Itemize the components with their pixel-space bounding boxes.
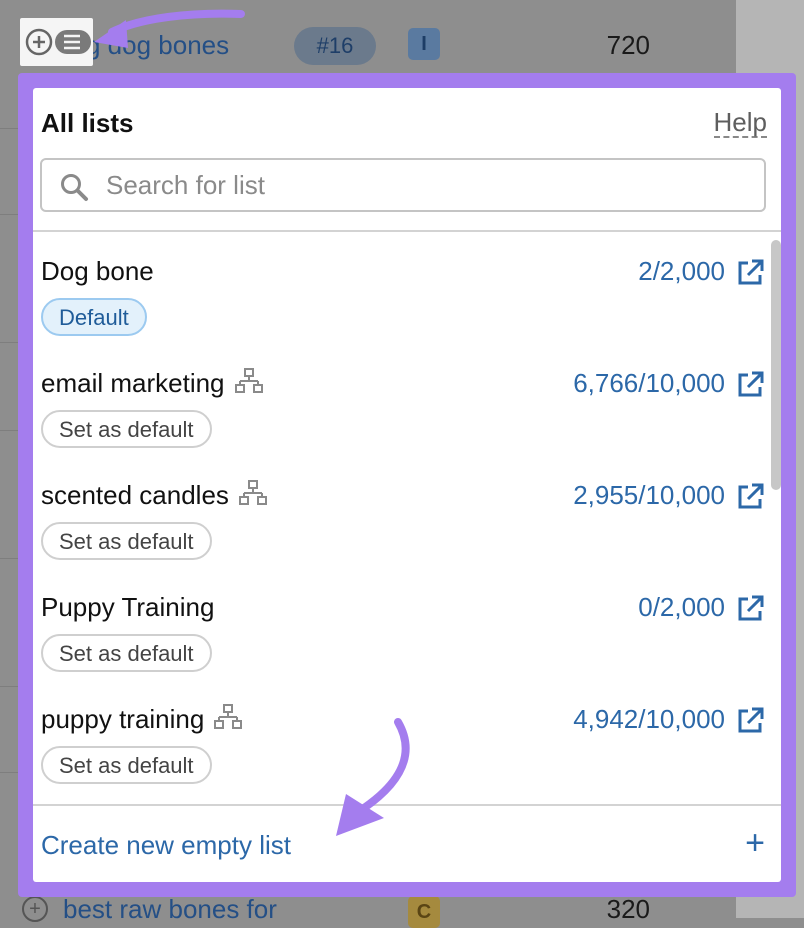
set-as-default-button[interactable]: Set as default (41, 634, 212, 672)
keyword-link[interactable]: best raw bones for (63, 894, 277, 925)
list-name[interactable]: email marketing (41, 368, 263, 399)
intent-badge: C (408, 896, 440, 928)
list-count-link[interactable]: 4,942/10,000 (573, 704, 725, 735)
popup-title: All lists (41, 108, 134, 138)
lists-popup: All lists Help Dog bone 2/2,000 Default … (33, 88, 781, 882)
list-name[interactable]: puppy training (41, 704, 243, 735)
keyword-link[interactable]: g dog bones (86, 30, 229, 61)
list-item: Dog bone 2/2,000 Default (41, 256, 769, 366)
list-item: Puppy Training 0/2,000 Set as default (41, 592, 769, 702)
help-link[interactable]: Help (713, 108, 767, 138)
external-link-icon[interactable] (735, 594, 765, 624)
plus-icon[interactable]: + (745, 824, 765, 863)
external-link-icon[interactable] (735, 482, 765, 512)
volume-value: 320 (606, 894, 650, 924)
set-as-default-button[interactable]: Set as default (41, 746, 212, 784)
divider (33, 804, 781, 806)
external-link-icon[interactable] (735, 706, 765, 736)
scrollbar[interactable] (771, 240, 781, 490)
position-badge: #16 (294, 27, 376, 65)
external-link-icon[interactable] (735, 370, 765, 400)
list-count-link[interactable]: 2/2,000 (638, 256, 725, 287)
search-input[interactable] (106, 168, 746, 202)
divider (33, 230, 781, 232)
search-icon (61, 174, 88, 201)
list-name[interactable]: scented candles (41, 480, 267, 511)
set-as-default-button[interactable]: Set as default (41, 410, 212, 448)
list-item: email marketing 6,766/10,000 Set as defa… (41, 368, 769, 478)
list-count-link[interactable]: 6,766/10,000 (573, 368, 725, 399)
external-link-icon[interactable] (735, 258, 765, 288)
network-icon (214, 704, 243, 729)
search-box (40, 158, 766, 212)
volume-value: 720 (606, 30, 650, 60)
list-count-link[interactable]: 2,955/10,000 (573, 480, 725, 511)
intent-badge: I (408, 28, 440, 60)
plus-circle-list-icon (25, 28, 91, 56)
list-name[interactable]: Dog bone (41, 256, 154, 287)
network-icon (234, 368, 263, 393)
list-item: scented candles 2,955/10,000 Set as defa… (41, 480, 769, 590)
list-item: puppy training 4,942/10,000 Set as defau… (41, 704, 769, 814)
default-badge: Default (41, 298, 147, 336)
add-to-list-button[interactable] (20, 18, 93, 66)
create-new-list-link[interactable]: Create new empty list (41, 830, 291, 861)
network-icon (238, 480, 267, 505)
list-count-link[interactable]: 0/2,000 (638, 592, 725, 623)
add-circle-icon[interactable]: + (22, 896, 48, 922)
list-name[interactable]: Puppy Training (41, 592, 214, 623)
set-as-default-button[interactable]: Set as default (41, 522, 212, 560)
